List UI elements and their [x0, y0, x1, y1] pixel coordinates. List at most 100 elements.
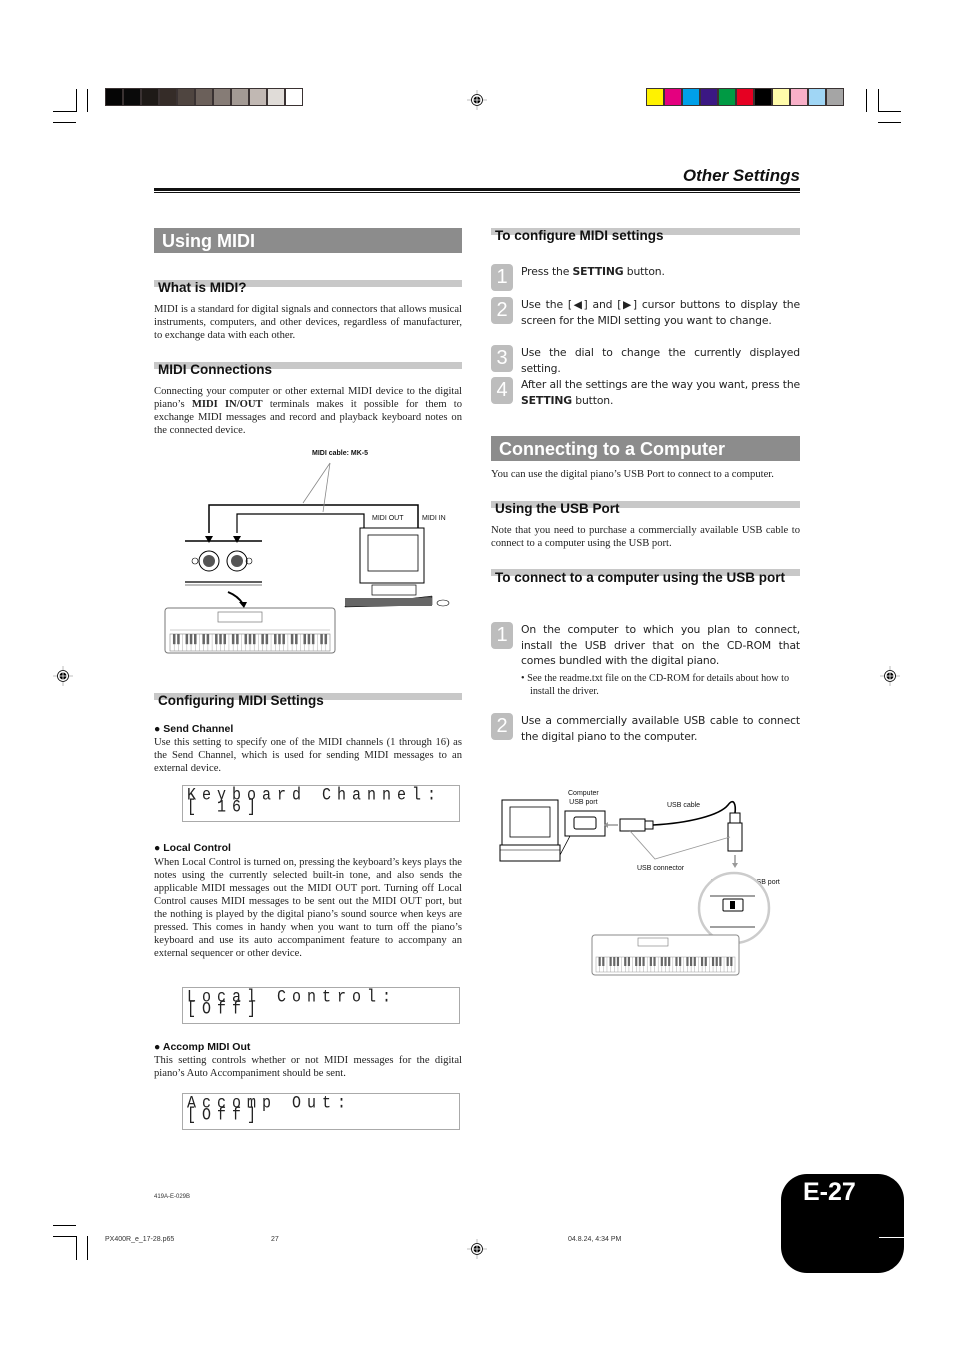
color-swatch [214, 89, 230, 105]
piano-black-key [693, 957, 696, 966]
digital-piano-illustration [591, 934, 740, 976]
color-swatch [232, 89, 248, 105]
piano-black-key [274, 634, 277, 645]
piano-black-key [295, 634, 298, 645]
piano-black-key [711, 957, 715, 966]
piano-black-key [206, 634, 210, 645]
lcd-keyboard-channel: Keyboard Channel: [ 16] [182, 785, 460, 822]
piano-black-key [290, 634, 294, 645]
piano-black-key [664, 957, 667, 966]
step-text: After all the settings are the way you w… [521, 377, 800, 408]
piano-black-key [613, 957, 616, 966]
configure-step: 2 Use the [◀] and [▶] cursor buttons to … [491, 297, 800, 328]
cmyk-color-bar [646, 88, 844, 106]
piano-black-key [616, 957, 620, 966]
piano-black-key [719, 957, 722, 966]
crop-mark [53, 122, 76, 123]
step-text: On the computer to which you plan to con… [521, 623, 800, 667]
piano-black-key [252, 634, 256, 645]
color-swatch [755, 89, 771, 105]
piano-black-key [215, 634, 218, 645]
step-text: Use a commercially available USB cable t… [521, 714, 800, 743]
local-control-text: When Local Control is turned on, pressin… [154, 857, 462, 959]
color-swatch [809, 89, 825, 105]
piano-black-key [679, 957, 682, 966]
piano-black-key [219, 634, 222, 645]
color-swatch [773, 89, 789, 105]
color-swatch [827, 89, 843, 105]
color-swatch [160, 89, 176, 105]
piano-black-key [223, 634, 226, 645]
print-timestamp: 04.8.24, 4:34 PM [568, 1236, 622, 1243]
step-number: 1 [491, 622, 513, 649]
piano-black-key [635, 957, 638, 966]
crop-mark [87, 89, 88, 112]
color-swatch [178, 89, 194, 105]
piano-black-key [278, 634, 281, 645]
usb-connection-diagram [499, 799, 771, 976]
color-swatch [196, 89, 212, 105]
text-run: Press the [521, 265, 573, 278]
running-head: Other Settings [682, 166, 800, 185]
lcd-line: [Off] [187, 999, 263, 1020]
text-run: button. [623, 265, 665, 278]
piano-black-key [265, 634, 269, 645]
piano-black-key [668, 957, 671, 966]
crop-mark [866, 89, 867, 112]
step-note: • See the readme.txt file on the CD-ROM … [521, 672, 790, 697]
registration-mark-icon [880, 666, 900, 686]
computer-illustration [344, 527, 450, 608]
crop-mark [76, 89, 77, 112]
piano-black-key [185, 634, 189, 645]
heading-midi-connections: MIDI Connections [154, 362, 462, 377]
piano-black-key [172, 634, 176, 645]
page-label: E-27 [803, 1178, 856, 1206]
doc-code: 419A-E-029B [154, 1194, 191, 1200]
color-swatch [268, 89, 284, 105]
terminal-name: MIDI IN/OUT [191, 399, 263, 410]
lcd-line: [ 16] [187, 797, 263, 818]
piano-black-key [202, 634, 205, 645]
crop-mark [87, 1236, 88, 1260]
button-name: SETTING [572, 265, 624, 278]
color-swatch [286, 89, 302, 105]
color-swatch [701, 89, 717, 105]
step-text: Use the [◀] and [▶] cursor buttons to di… [521, 298, 800, 327]
lcd-line: [Off] [187, 1105, 263, 1126]
crop-mark [878, 89, 879, 112]
section-title-using-midi: Using MIDI [154, 228, 462, 253]
crop-mark [878, 122, 901, 123]
color-swatch [665, 89, 681, 105]
grayscale-color-bar [105, 88, 303, 106]
piano-black-key [320, 634, 323, 645]
text-run: After all the settings are the way you w… [521, 378, 801, 391]
piano-black-key [627, 957, 631, 966]
step-number: 1 [491, 264, 513, 291]
configure-step: 4 After all the settings are the way you… [491, 377, 800, 408]
crop-mark [53, 111, 76, 112]
usb-cable [604, 800, 743, 868]
piano-black-key [653, 957, 656, 966]
piano-black-key [686, 957, 689, 966]
piano-black-key [649, 957, 652, 966]
piano-black-key [189, 634, 193, 645]
color-swatch [142, 89, 158, 105]
piano-black-key [660, 957, 663, 966]
midi-connection-diagram [164, 462, 450, 654]
text-run: button. [572, 393, 614, 407]
registration-mark-icon [467, 1239, 487, 1259]
header-rule [154, 188, 800, 191]
crop-mark [53, 1225, 76, 1226]
page-tab: E-27 [781, 1174, 904, 1273]
tab-rule [879, 1237, 904, 1238]
heading-what-is-midi: What is MIDI? [154, 280, 462, 295]
crop-mark [53, 1236, 76, 1237]
piano-black-key [726, 957, 729, 966]
usb-step: 1 On the computer to which you plan to c… [491, 622, 800, 698]
piano-black-key [602, 957, 605, 966]
step-number: 2 [491, 297, 513, 324]
piano-black-key [730, 957, 733, 966]
what-is-midi-text: MIDI is a standard for digital signals a… [154, 304, 462, 341]
piano-black-key [700, 957, 704, 966]
heading-configure-midi: To configure MIDI settings [491, 228, 800, 243]
